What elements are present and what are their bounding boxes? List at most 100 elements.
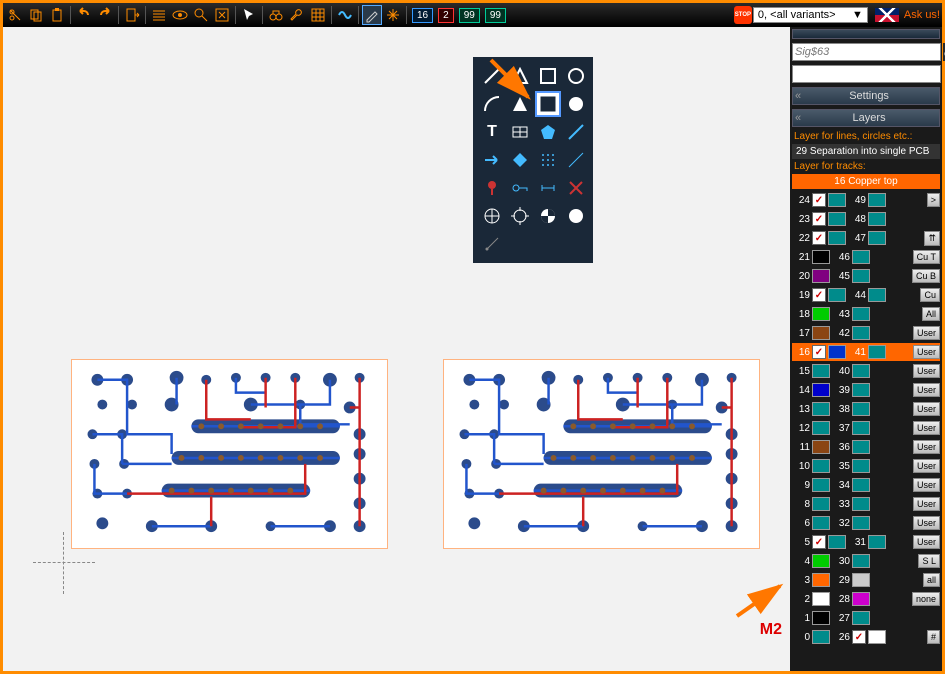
variant-select[interactable]: 0, <all variants>▼ bbox=[753, 7, 868, 23]
layer-side-button[interactable]: none bbox=[912, 592, 940, 606]
binoculars-icon[interactable] bbox=[266, 5, 286, 25]
layer-swatch[interactable] bbox=[812, 307, 830, 321]
ask-us-link[interactable]: Ask us! bbox=[904, 9, 940, 21]
key-tool[interactable] bbox=[509, 177, 531, 199]
layer-swatch[interactable] bbox=[812, 402, 830, 416]
triangle-filled-tool[interactable] bbox=[509, 93, 531, 115]
wave-icon[interactable] bbox=[335, 5, 355, 25]
circle-filled-tool[interactable] bbox=[565, 93, 587, 115]
layer-swatch[interactable] bbox=[812, 326, 830, 340]
layer-swatch-r[interactable] bbox=[852, 269, 870, 283]
pointer-icon[interactable] bbox=[239, 5, 259, 25]
paste-icon[interactable] bbox=[47, 5, 67, 25]
quadrant-tool[interactable] bbox=[537, 205, 559, 227]
dimension-tool[interactable] bbox=[537, 177, 559, 199]
text-tool[interactable]: T bbox=[481, 121, 503, 143]
layer-swatch-r[interactable] bbox=[868, 535, 886, 549]
layer-check[interactable]: ✓ bbox=[812, 535, 826, 549]
thin-line-tool[interactable] bbox=[565, 149, 587, 171]
layer-side-button[interactable]: all bbox=[923, 573, 940, 587]
circle-outline-tool[interactable] bbox=[565, 65, 587, 87]
tracks-layer-select[interactable]: 16 Copper top bbox=[792, 174, 940, 189]
counter-1[interactable]: 16 bbox=[412, 8, 433, 23]
layer-side-button[interactable]: User bbox=[913, 459, 940, 473]
layer-swatch[interactable] bbox=[828, 535, 846, 549]
layer-side-button[interactable]: User bbox=[913, 516, 940, 530]
eye-icon[interactable] bbox=[170, 5, 190, 25]
layer-swatch[interactable] bbox=[812, 459, 830, 473]
diamond-tool[interactable] bbox=[509, 149, 531, 171]
layer-swatch[interactable] bbox=[812, 592, 830, 606]
counter-2[interactable]: 2 bbox=[438, 8, 454, 23]
layer-swatch-r[interactable] bbox=[868, 288, 886, 302]
line-tool[interactable] bbox=[481, 65, 503, 87]
dotgrid-tool[interactable] bbox=[537, 149, 559, 171]
layer-swatch[interactable] bbox=[828, 345, 846, 359]
layer-swatch-r[interactable] bbox=[852, 497, 870, 511]
layer-swatch[interactable] bbox=[828, 212, 846, 226]
undo-icon[interactable] bbox=[74, 5, 94, 25]
layer-swatch-r[interactable] bbox=[868, 345, 886, 359]
layer-swatch-r[interactable] bbox=[852, 383, 870, 397]
layer-check[interactable]: ✓ bbox=[812, 288, 826, 302]
layer-swatch[interactable] bbox=[828, 231, 846, 245]
layer-side-button[interactable]: User bbox=[913, 383, 940, 397]
layer-side-button[interactable]: > bbox=[927, 193, 940, 207]
layer-side-button[interactable]: User bbox=[913, 402, 940, 416]
fit-icon[interactable] bbox=[212, 5, 232, 25]
layer-side-button[interactable]: User bbox=[913, 478, 940, 492]
lines-layer-select[interactable]: 29 Separation into single PCB bbox=[792, 144, 940, 159]
blue-line-tool[interactable] bbox=[565, 121, 587, 143]
layer-side-button[interactable]: ⇈ bbox=[924, 231, 940, 246]
layer-swatch[interactable] bbox=[812, 630, 830, 644]
layer-swatch-r[interactable] bbox=[852, 421, 870, 435]
layer-swatch[interactable] bbox=[812, 554, 830, 568]
layer-side-button[interactable]: User bbox=[913, 535, 940, 549]
layer-side-button[interactable]: # bbox=[927, 630, 940, 644]
counter-4[interactable]: 99 bbox=[485, 8, 506, 23]
arrow-tool[interactable] bbox=[481, 149, 503, 171]
layer-swatch[interactable] bbox=[812, 383, 830, 397]
layer-swatch-r[interactable] bbox=[852, 573, 870, 587]
layer-check-r[interactable]: ✓ bbox=[852, 630, 866, 644]
pin-tool[interactable] bbox=[481, 177, 503, 199]
layer-side-button[interactable]: All bbox=[922, 307, 940, 321]
layer-check[interactable]: ✓ bbox=[812, 193, 826, 207]
pen-icon[interactable] bbox=[362, 5, 382, 25]
layer-swatch-r[interactable] bbox=[852, 459, 870, 473]
layer-swatch[interactable] bbox=[812, 573, 830, 587]
layer-swatch[interactable] bbox=[812, 440, 830, 454]
layer-swatch-r[interactable] bbox=[852, 516, 870, 530]
copy-icon[interactable] bbox=[26, 5, 46, 25]
layer-swatch[interactable] bbox=[828, 288, 846, 302]
search-input[interactable] bbox=[792, 43, 941, 61]
layer-swatch[interactable] bbox=[812, 478, 830, 492]
layer-swatch[interactable] bbox=[828, 193, 846, 207]
layer-swatch-r[interactable] bbox=[868, 212, 886, 226]
layer-swatch-r[interactable] bbox=[852, 478, 870, 492]
layer-check[interactable]: ✓ bbox=[812, 212, 826, 226]
layer-side-button[interactable]: User bbox=[913, 364, 940, 378]
square-filled-tool[interactable] bbox=[537, 93, 559, 115]
layer-swatch-r[interactable] bbox=[868, 630, 886, 644]
disc-tool[interactable] bbox=[565, 205, 587, 227]
search-input-2[interactable] bbox=[792, 65, 941, 83]
layer-swatch-r[interactable] bbox=[868, 193, 886, 207]
layer-swatch-r[interactable] bbox=[852, 402, 870, 416]
target-tool[interactable] bbox=[481, 205, 503, 227]
pcb-board-2[interactable] bbox=[443, 359, 760, 549]
sparkle-icon[interactable] bbox=[383, 5, 403, 25]
layer-side-button[interactable]: Cu bbox=[920, 288, 940, 302]
wrench-icon[interactable] bbox=[287, 5, 307, 25]
crosshair-circle-tool[interactable] bbox=[509, 205, 531, 227]
layer-side-button[interactable]: S L bbox=[918, 554, 940, 568]
layer-check[interactable]: ✓ bbox=[812, 345, 826, 359]
layer-check[interactable]: ✓ bbox=[812, 231, 826, 245]
layer-side-button[interactable]: User bbox=[913, 326, 940, 340]
layer-side-button[interactable]: User bbox=[913, 345, 940, 359]
arc-tool[interactable] bbox=[481, 93, 503, 115]
square-outline-tool[interactable] bbox=[537, 65, 559, 87]
pcb-board-1[interactable] bbox=[71, 359, 388, 549]
cut-icon[interactable] bbox=[5, 5, 25, 25]
layer-swatch[interactable] bbox=[812, 421, 830, 435]
